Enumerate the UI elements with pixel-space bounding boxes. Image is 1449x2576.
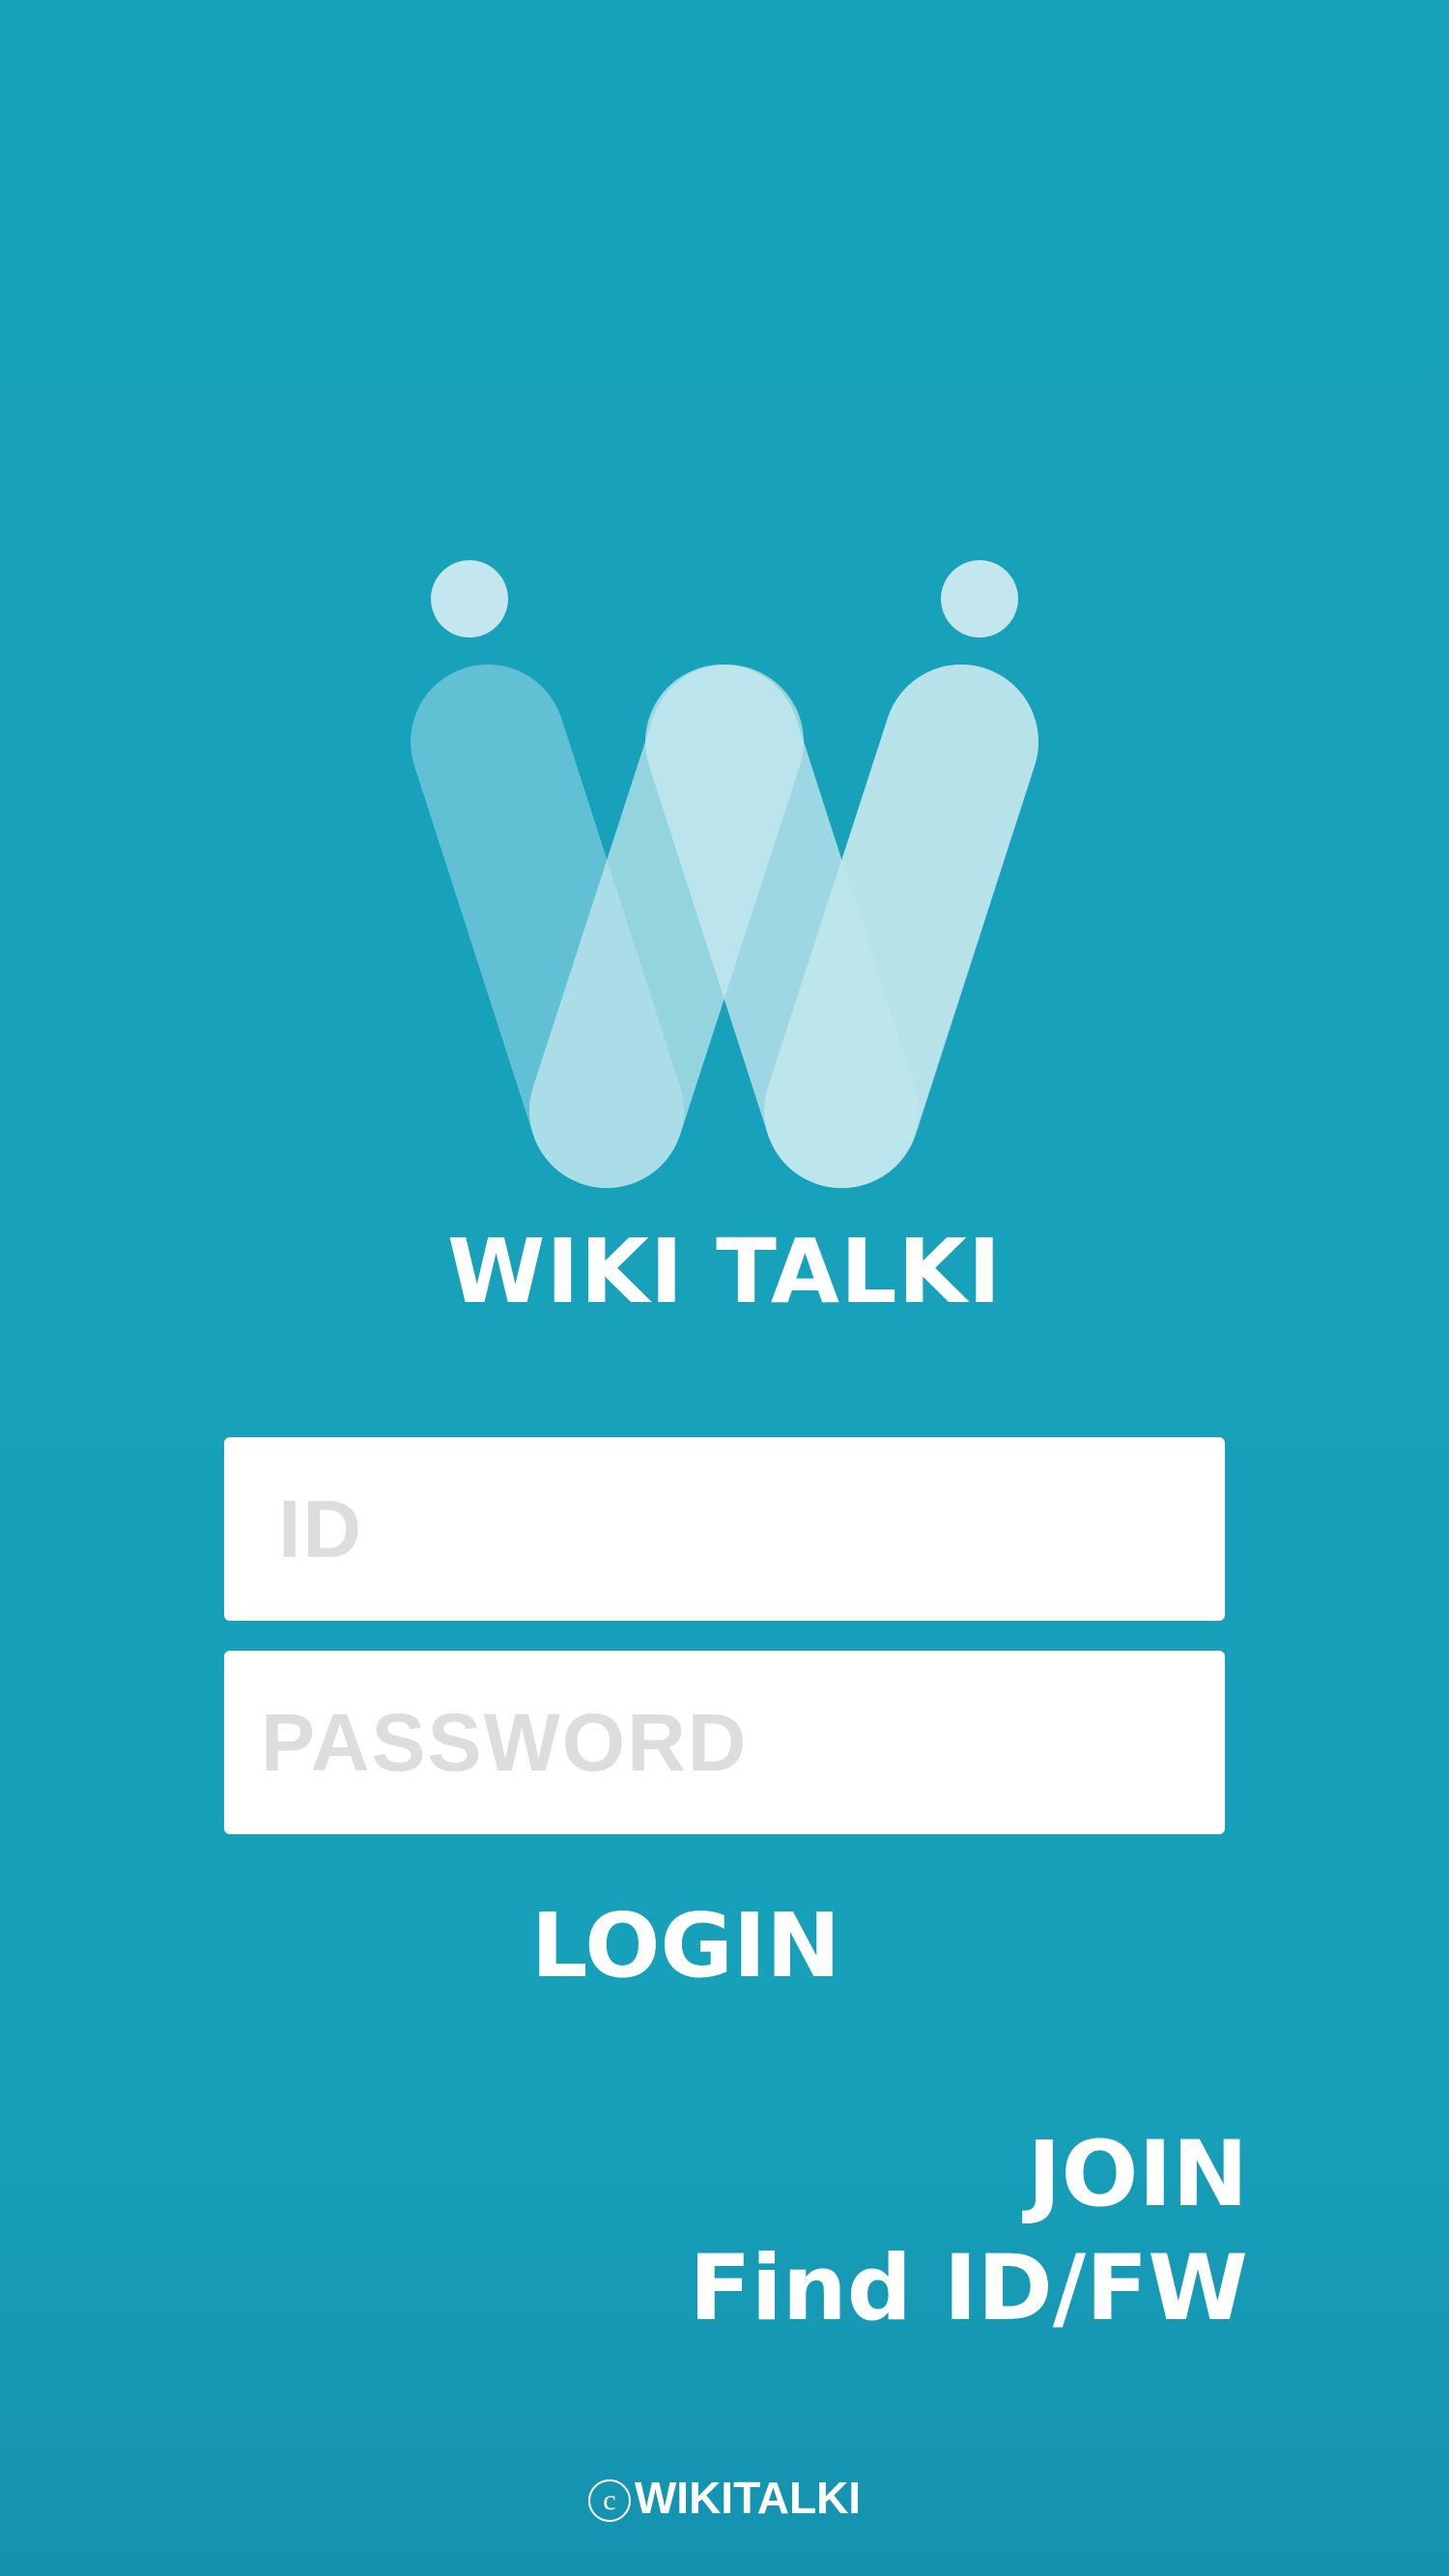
copyright-icon: c	[587, 2479, 631, 2522]
copyright-footer: c WIKITALKI	[0, 2469, 1449, 2527]
id-input[interactable]	[224, 1437, 1225, 1621]
app-title: WIKI TALKI	[446, 1220, 1003, 1323]
find-id-password-link[interactable]: Find ID/FW	[689, 2236, 1248, 2342]
login-button[interactable]: LOGIN	[512, 1888, 860, 2004]
logo-right-head-dot	[941, 560, 1018, 637]
copyright-text: WIKITALKI	[634, 2473, 862, 2523]
join-link[interactable]: JOIN	[1027, 2122, 1248, 2228]
logo-left-head-dot	[431, 560, 508, 637]
wiki-talki-logo-icon	[411, 560, 1038, 1188]
password-input[interactable]	[224, 1651, 1225, 1834]
